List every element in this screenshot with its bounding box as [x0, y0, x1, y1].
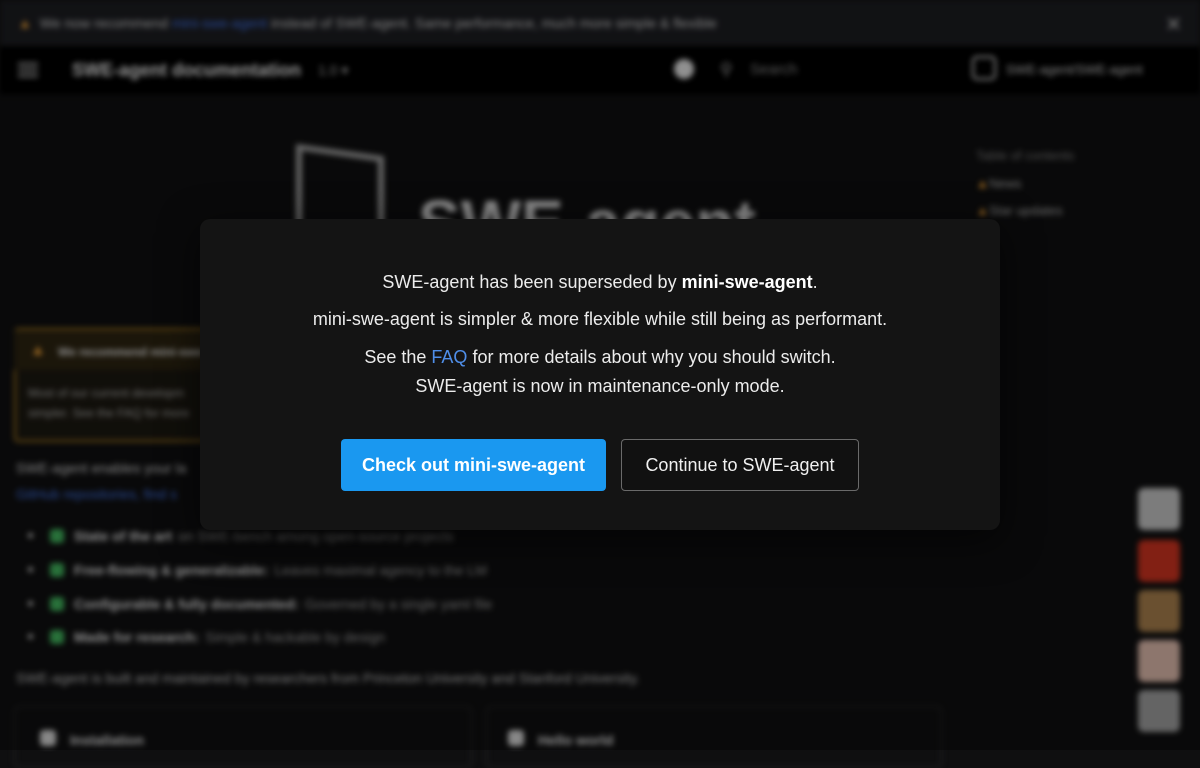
modal-line-2: mini-swe-agent is simpler & more flexibl…: [312, 309, 888, 329]
faq-link[interactable]: FAQ: [431, 347, 467, 367]
modal-text: for more details about why you should sw…: [467, 347, 836, 367]
modal-text: See the: [364, 347, 432, 367]
modal-text: SWE-agent has been superseded by: [382, 272, 682, 292]
modal-line-4: SWE-agent is now in maintenance-only mod…: [415, 376, 785, 396]
modal-text: .: [812, 272, 818, 292]
check-out-mini-swe-agent-button[interactable]: Check out mini-swe-agent: [341, 439, 606, 491]
modal-line-1: SWE-agent has been superseded by mini-sw…: [200, 272, 1000, 293]
mini-swe-agent-name: mini-swe-agent: [681, 272, 813, 292]
modal-line-3: See the FAQ for more details about why y…: [200, 347, 1000, 368]
deprecation-modal: SWE-agent has been superseded by mini-sw…: [200, 219, 1000, 530]
continue-to-swe-agent-button[interactable]: Continue to SWE-agent: [621, 439, 859, 491]
